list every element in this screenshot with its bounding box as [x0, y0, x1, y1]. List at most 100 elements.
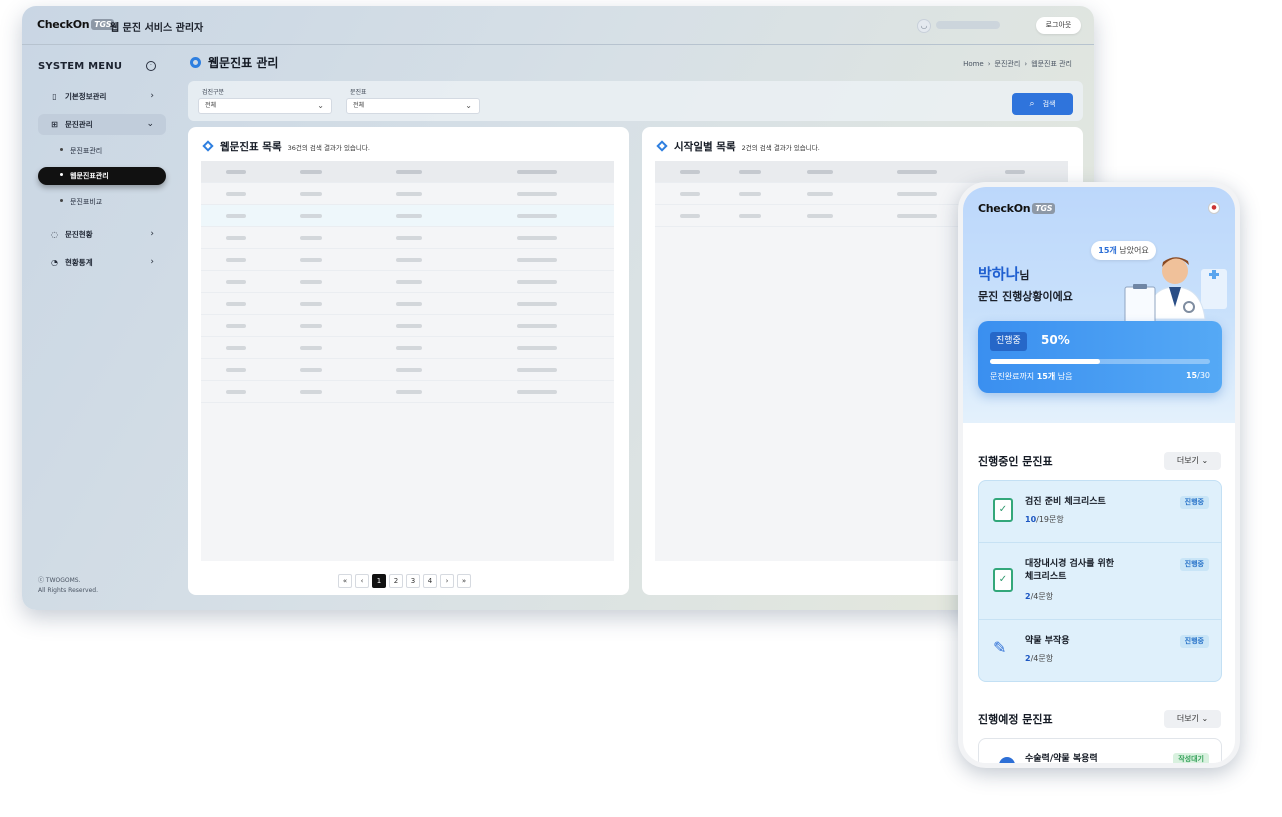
last-page-button[interactable]: » [457, 574, 471, 588]
table-cell [396, 346, 422, 350]
table-row[interactable] [201, 183, 614, 205]
next-page-button[interactable]: › [440, 574, 454, 588]
upcoming-card-icon [999, 757, 1015, 763]
page-button[interactable]: 2 [389, 574, 403, 588]
sidebar-toggle-icon[interactable]: · [146, 61, 156, 71]
table-cell [300, 214, 322, 218]
table-cell [680, 214, 700, 218]
sidebar-sub-item[interactable]: 문진표관리 [60, 142, 102, 160]
questionnaire-card[interactable]: ✓ 검진 준비 체크리스트 10/19문항 진행중 [979, 481, 1221, 543]
progress-status-badge: 진행중 [990, 332, 1027, 351]
table-row[interactable] [201, 381, 614, 403]
sidebar-sub-item-active[interactable]: 웹문진표관리 [38, 167, 166, 185]
questionnaire-card[interactable]: ✓ 대장내시경 검사를 위한 체크리스트 2/4문항 진행중 [979, 543, 1221, 620]
table-row[interactable] [201, 249, 614, 271]
admin-topbar: CheckOn TGS 웹 문진 서비스 관리자 ◡ 로그아웃 [22, 6, 1094, 45]
table-cell [396, 368, 422, 372]
upcoming-questionnaire-card[interactable]: 수술력/약물 복용력 작성대기 [978, 738, 1222, 763]
table-cell [300, 346, 322, 350]
breadcrumb-section[interactable]: 문진관리 [995, 60, 1021, 68]
table-cell [396, 170, 422, 174]
table-header-row [655, 161, 1068, 183]
table-cell [517, 280, 557, 284]
table-cell [300, 258, 322, 262]
chevron-down-icon: ⌄ [146, 119, 154, 129]
sidebar-item-status[interactable]: ◌ 문진현황 › [38, 224, 166, 245]
card-status-badge: 진행중 [1179, 635, 1209, 648]
mobile-screen: CheckOn TGS ● 15개 남았어요 박하나님 문진 진행상황이에요 진행… [958, 182, 1240, 768]
sidebar-item-basic-info[interactable]: ▯ 기본정보관리 › [38, 86, 166, 107]
chevron-right-icon: › [150, 229, 154, 239]
korea-flag-icon[interactable]: ● [1208, 202, 1220, 214]
table-cell [396, 236, 422, 240]
breadcrumb: Home › 문진관리 › 웹문진표 관리 [963, 60, 1072, 68]
table-row[interactable] [201, 205, 614, 227]
filter-select-questionnaire[interactable]: 전체 ⌄ [346, 98, 480, 114]
admin-logo[interactable]: CheckOn TGS [37, 18, 115, 31]
sidebar-sub-item[interactable]: 문진표비교 [60, 193, 102, 211]
table-row[interactable] [201, 227, 614, 249]
chevron-right-icon: › [150, 91, 154, 101]
chevron-right-icon: › [150, 257, 154, 267]
sidebar-item-questionnaire[interactable]: ⊞ 문진관리 ⌄ [38, 114, 166, 135]
sidebar-item-statistics[interactable]: ◔ 현황통계 › [38, 252, 166, 273]
diamond-icon [202, 140, 214, 152]
table-cell [517, 368, 557, 372]
page-button[interactable]: 4 [423, 574, 437, 588]
table-row[interactable] [201, 293, 614, 315]
page-button[interactable]: 3 [406, 574, 420, 588]
table-cell [396, 302, 422, 306]
table-cell [300, 170, 322, 174]
table-cell [739, 214, 761, 218]
table-cell [226, 170, 246, 174]
mobile-hero: CheckOn TGS ● 15개 남았어요 박하나님 문진 진행상황이에요 진행… [963, 187, 1235, 423]
more-button-in-progress[interactable]: 더보기 ⌄ [1164, 452, 1221, 470]
table-cell [226, 236, 246, 240]
card-status-badge: 작성대기 [1173, 753, 1209, 763]
grid-icon: ⊞ [51, 120, 58, 129]
card-title: 약물 부작용 [1025, 636, 1070, 646]
filter-bar: 검진구분 전체 ⌄ 문진표 전체 ⌄ ⌕ 검색 [188, 81, 1083, 121]
table-cell [396, 324, 422, 328]
page-title: 웹문진표 관리 [190, 54, 278, 71]
table-header-row [201, 161, 614, 183]
table-cell [739, 170, 761, 174]
more-button-upcoming[interactable]: 더보기 ⌄ [1164, 710, 1221, 728]
logout-button[interactable]: 로그아웃 [1036, 17, 1081, 34]
table-cell [739, 192, 761, 196]
card-question-count: 10/19문항 [1025, 515, 1064, 524]
table-row[interactable] [201, 271, 614, 293]
pie-chart-icon: ◔ [51, 258, 58, 267]
table-cell [517, 302, 557, 306]
table-cell [300, 280, 322, 284]
questionnaire-card[interactable]: ✎ 약물 부작용 2/4문항 진행중 [979, 620, 1221, 682]
card-title: 검진 준비 체크리스트 [1025, 497, 1106, 507]
chevron-down-icon: ⌄ [317, 101, 324, 110]
progress-percent: 50% [1041, 333, 1070, 347]
table-cell [396, 192, 422, 196]
card-status-badge: 진행중 [1179, 558, 1209, 571]
search-button[interactable]: ⌕ 검색 [1012, 93, 1073, 115]
progress-card[interactable]: 진행중 50% 문진완료까지 15개 남음 15/30 [978, 321, 1222, 393]
mobile-logo[interactable]: CheckOn TGS [978, 202, 1056, 215]
progress-ratio: 15/30 [1185, 371, 1210, 380]
loading-icon: ◌ [51, 230, 58, 239]
table-row[interactable] [201, 337, 614, 359]
table-cell [300, 302, 322, 306]
user-icon[interactable]: ◡ [917, 19, 931, 33]
table-row[interactable] [201, 315, 614, 337]
table-cell [807, 192, 833, 196]
prev-page-button[interactable]: ‹ [355, 574, 369, 588]
diamond-icon [656, 140, 668, 152]
table-cell [1005, 170, 1025, 174]
table-cell [517, 236, 557, 240]
page-button[interactable]: 1 [372, 574, 386, 588]
filter-select-type[interactable]: 전체 ⌄ [198, 98, 332, 114]
breadcrumb-home[interactable]: Home [963, 60, 984, 68]
first-page-button[interactable]: « [338, 574, 352, 588]
table-cell [396, 214, 422, 218]
table-row[interactable] [201, 359, 614, 381]
table-cell [517, 192, 557, 196]
table-cell [226, 280, 246, 284]
table-cell [300, 192, 322, 196]
